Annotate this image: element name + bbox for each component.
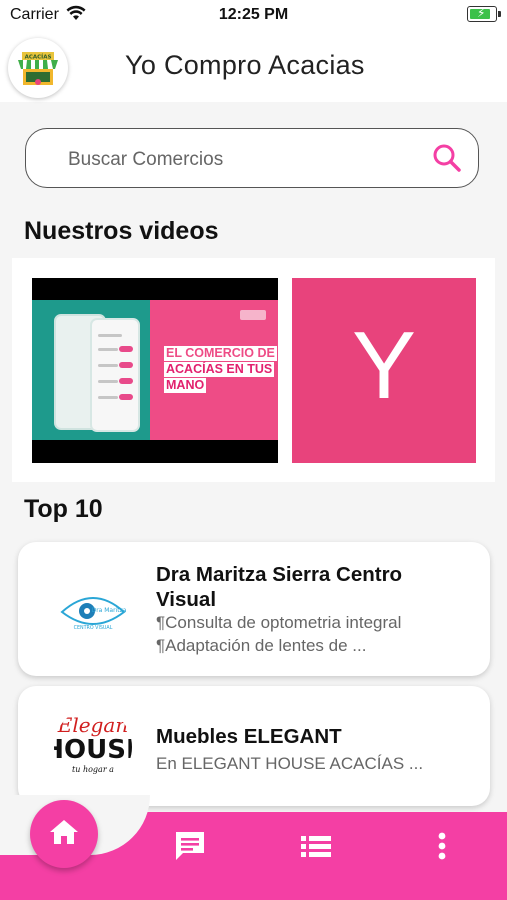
video-letter: Y bbox=[351, 312, 417, 419]
status-bar: Carrier 12:25 PM ⚡ bbox=[0, 0, 507, 32]
logo-text: CENTRO VISUAL bbox=[74, 625, 113, 631]
business-description: ¶Consulta de optometria integral bbox=[156, 613, 402, 632]
app-header: ACACÍAS Yo Compro Acacias bbox=[0, 32, 507, 102]
business-name-line: Visual bbox=[156, 588, 217, 611]
search-icon[interactable] bbox=[432, 143, 462, 178]
app-title: Yo Compro Acacias bbox=[125, 50, 365, 80]
logo-text: ACACÍAS bbox=[25, 53, 52, 61]
furniture-logo-icon: Elegan HOUSE tu hogar a bbox=[54, 713, 132, 774]
logo-text: Elegan bbox=[57, 713, 128, 737]
top10-section-title: Top 10 bbox=[24, 495, 103, 523]
business-name: Muebles ELEGANT bbox=[156, 725, 342, 748]
video-caption-line: ACACÍAS EN TUS bbox=[164, 362, 275, 377]
video-caption-line: MANO bbox=[164, 378, 207, 393]
search-input[interactable] bbox=[66, 145, 420, 175]
business-description: En ELEGANT HOUSE ACACÍAS ... bbox=[156, 754, 424, 773]
more-vertical-icon[interactable] bbox=[432, 828, 452, 869]
chat-icon[interactable] bbox=[172, 828, 208, 869]
brand-mark bbox=[240, 310, 266, 320]
logo-text: Dra Maritza bbox=[92, 607, 127, 614]
store-logo-icon: ACACÍAS bbox=[18, 52, 58, 85]
video-thumbnail[interactable]: Y bbox=[292, 278, 476, 463]
business-name-line: Dra Maritza Sierra Centro bbox=[156, 563, 403, 586]
video-caption-line: EL COMERCIO DE bbox=[164, 346, 277, 361]
videos-section-title: Nuestros videos bbox=[24, 217, 219, 245]
search-bar[interactable] bbox=[25, 128, 479, 188]
business-description: ¶Adaptación de lentes de ... bbox=[156, 636, 367, 655]
battery-icon: ⚡ bbox=[467, 6, 501, 22]
business-card[interactable]: Elegan HOUSE tu hogar a Muebles ELEGANT … bbox=[18, 686, 490, 806]
business-card[interactable]: Dra Maritza CENTRO VISUAL Dra Maritza Si… bbox=[18, 542, 490, 676]
list-icon[interactable] bbox=[299, 829, 335, 868]
status-time: 12:25 PM bbox=[218, 6, 289, 23]
logo-text: tu hogar a bbox=[72, 765, 114, 774]
business-logo: Elegan HOUSE tu hogar a bbox=[54, 708, 132, 786]
eye-logo-icon: Dra Maritza CENTRO VISUAL bbox=[60, 597, 127, 631]
business-name: Dra Maritza Sierra Centro Visual bbox=[156, 562, 476, 612]
video-carousel[interactable]: EL COMERCIO DE ACACÍAS EN TUS MANO Y bbox=[12, 258, 495, 482]
logo-text: HOUSE bbox=[54, 735, 132, 765]
app-logo[interactable]: ACACÍAS bbox=[8, 38, 68, 98]
phone-mockup bbox=[90, 318, 140, 432]
video-thumbnail[interactable]: EL COMERCIO DE ACACÍAS EN TUS MANO bbox=[32, 278, 278, 463]
home-icon bbox=[50, 820, 78, 844]
home-button[interactable] bbox=[30, 800, 98, 868]
video-caption: EL COMERCIO DE ACACÍAS EN TUS MANO bbox=[164, 346, 278, 394]
business-logo: Dra Maritza CENTRO VISUAL bbox=[54, 574, 132, 652]
